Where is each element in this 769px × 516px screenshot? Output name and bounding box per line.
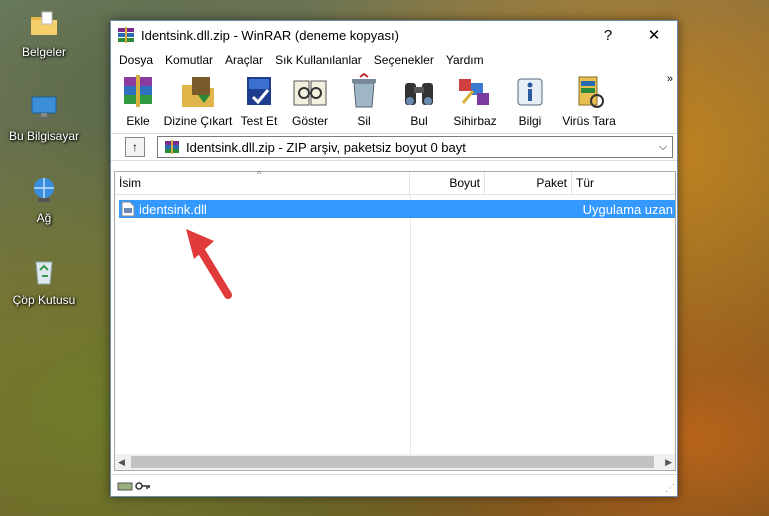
column-header: İsim Boyut Paket Tür ^ [115, 169, 675, 195]
sort-ascending-icon: ^ [257, 169, 262, 179]
file-list[interactable]: İsim Boyut Paket Tür ^ identsink.dll Uyg… [114, 169, 676, 471]
column-type[interactable]: Tür [572, 172, 675, 194]
resize-grip[interactable]: ⋰ [665, 483, 675, 494]
window-title: Identsink.dll.zip - WinRAR (deneme kopya… [141, 27, 399, 43]
extract-label: Dizine Çıkart [163, 114, 233, 128]
menu-item-commands[interactable]: Komutlar [159, 53, 219, 67]
menu-item-help[interactable]: Yardım [440, 53, 490, 67]
delete-label: Sil [357, 114, 371, 128]
desktop-icon-label: Ağ [36, 211, 52, 225]
view-button[interactable]: Göster [285, 71, 335, 128]
test-button[interactable]: Test Et [237, 71, 281, 128]
horizontal-scrollbar[interactable]: ◀ ▶ [115, 454, 675, 470]
toolbar: Ekle Dizine Çıkart Test Et Göster Sil Bu… [111, 71, 677, 134]
desktop-icon-label: Belgeler [21, 45, 67, 59]
add-button[interactable]: Ekle [117, 71, 159, 128]
info-label: Bilgi [518, 114, 542, 128]
address-text: Identsink.dll.zip - ZIP arşiv, paketsiz … [186, 139, 466, 155]
title-bar[interactable]: Identsink.dll.zip - WinRAR (deneme kopya… [111, 21, 677, 49]
desktop-icon-network[interactable]: Ağ [4, 174, 84, 225]
dll-file-icon [121, 201, 135, 217]
view-label: Göster [291, 114, 328, 128]
toolbar-overflow-chevron[interactable]: » [667, 73, 673, 85]
winrar-app-icon [118, 27, 134, 43]
wizard-label: Sihirbaz [453, 114, 497, 128]
up-folder-button[interactable]: ↑ [125, 137, 145, 157]
scroll-right-icon[interactable]: ▶ [665, 457, 672, 468]
status-bar: ⋰ [111, 474, 677, 496]
info-icon [517, 78, 543, 106]
key-icon[interactable] [135, 480, 151, 492]
folder-icon [31, 11, 57, 35]
file-type: Uygulama uzan [582, 201, 673, 217]
desktop-icon-label: Çöp Kutusu [12, 293, 76, 307]
menu-item-file[interactable]: Dosya [113, 53, 159, 67]
virus-scan-icon [578, 76, 604, 108]
menu-item-tools[interactable]: Araçlar [219, 53, 269, 67]
help-button[interactable]: ? [585, 27, 631, 44]
menu-item-options[interactable]: Seçenekler [368, 53, 440, 67]
wizard-button[interactable]: Sihirbaz [449, 71, 501, 128]
virus-scan-button[interactable]: Virüs Tara [559, 71, 619, 128]
wizard-icon [459, 79, 489, 105]
desktop-icon-label: Bu Bilgisayar [8, 129, 80, 143]
column-divider [410, 194, 411, 456]
delete-button[interactable]: Sil [339, 71, 389, 128]
column-packed[interactable]: Paket [485, 172, 572, 194]
close-button[interactable]: ✕ [631, 26, 677, 44]
scrollbar-thumb[interactable] [131, 456, 654, 468]
computer-icon [31, 96, 57, 119]
find-icon [405, 83, 433, 105]
virus-scan-label: Virüs Tara [562, 114, 616, 128]
drive-icon[interactable] [117, 480, 133, 492]
scroll-left-icon[interactable]: ◀ [118, 457, 125, 468]
add-icon [124, 75, 152, 107]
extract-button[interactable]: Dizine Çıkart [163, 71, 233, 128]
recycle-bin-icon [35, 261, 53, 285]
desktop-icon-recycle-bin[interactable]: Çöp Kutusu [4, 256, 84, 307]
address-combobox[interactable]: Identsink.dll.zip - ZIP arşiv, paketsiz … [157, 136, 673, 158]
test-icon [247, 77, 271, 105]
up-arrow-icon: ↑ [132, 140, 138, 154]
table-row[interactable]: identsink.dll Uygulama uzan [119, 200, 675, 218]
network-icon [34, 178, 54, 202]
address-bar: ↑ Identsink.dll.zip - ZIP arşiv, paketsi… [111, 134, 677, 161]
archive-icon [165, 140, 179, 154]
find-button[interactable]: Bul [393, 71, 445, 128]
info-button[interactable]: Bilgi [505, 71, 555, 128]
view-icon [293, 80, 327, 106]
desktop-icon-documents[interactable]: Belgeler [4, 8, 84, 59]
test-label: Test Et [240, 114, 278, 128]
desktop-icon-this-pc[interactable]: Bu Bilgisayar [4, 92, 84, 143]
delete-icon [352, 73, 376, 108]
menu-item-favorites[interactable]: Sık Kullanılanlar [269, 53, 368, 67]
column-size[interactable]: Boyut [410, 172, 485, 194]
chevron-down-icon[interactable]: ⌵ [654, 141, 672, 154]
find-label: Bul [410, 114, 428, 128]
file-name: identsink.dll [139, 201, 207, 217]
pointer-arrow [186, 229, 232, 299]
menu-bar: Dosya Komutlar Araçlar Sık Kullanılanlar… [111, 49, 677, 71]
column-name[interactable]: İsim [115, 172, 410, 194]
extract-icon [182, 77, 214, 107]
add-label: Ekle [126, 114, 150, 128]
